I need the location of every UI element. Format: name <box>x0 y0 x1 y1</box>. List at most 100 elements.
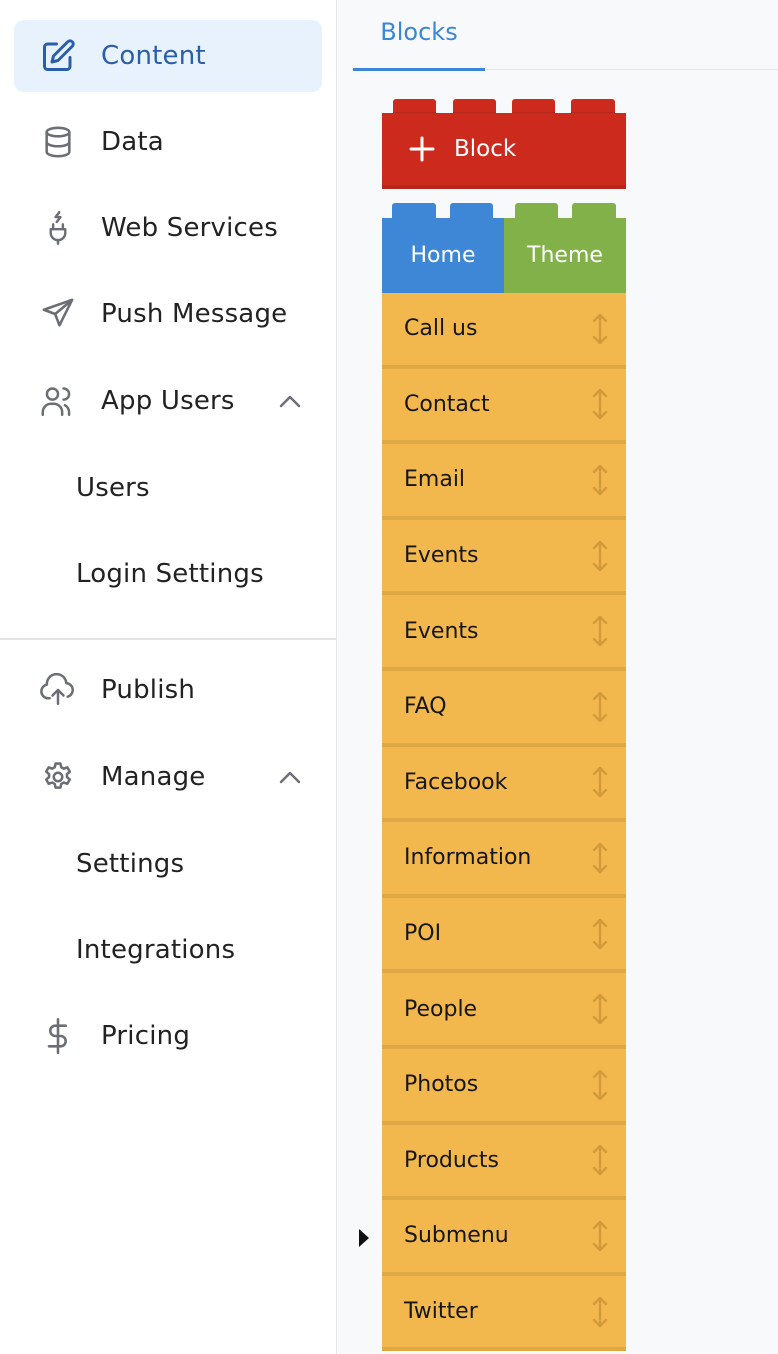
content-block-row[interactable]: Photos <box>382 1048 626 1125</box>
sidebar-item-label: Data <box>101 127 164 157</box>
content-block-row[interactable]: Information <box>382 822 626 898</box>
selected-row-marker-icon <box>359 1229 369 1247</box>
content-block-label: Twitter <box>404 1299 478 1325</box>
sidebar-item-label: Content <box>101 41 206 71</box>
sidebar-item-label: App Users <box>101 386 235 416</box>
home-block-label: Home <box>410 243 476 268</box>
content-block-label: Photos <box>404 1072 479 1098</box>
content-block-label: Contact <box>404 391 490 417</box>
brick-stud <box>393 99 436 114</box>
dollar-icon <box>38 1016 78 1056</box>
content-block-row[interactable]: Twitter <box>382 1275 626 1352</box>
chevron-up-icon[interactable] <box>276 763 304 791</box>
blocks-panel: Blocks Block Home Theme Call us Contact Em… <box>338 0 778 1354</box>
add-block-label: Block <box>454 136 517 162</box>
sidebar-subitem-label: Integrations <box>76 935 236 965</box>
sidebar-item-content[interactable]: Content <box>14 20 322 92</box>
tab-blocks[interactable]: Blocks <box>353 0 485 71</box>
content-block-row[interactable]: Events <box>382 519 626 596</box>
content-block-row[interactable]: Facebook <box>382 746 626 823</box>
sidebar-item-data[interactable]: Data <box>14 106 322 178</box>
sidebar-item-label: Publish <box>101 675 196 705</box>
brick-stud <box>512 99 555 114</box>
content-block-row[interactable]: Call us <box>382 293 626 369</box>
database-icon <box>38 122 78 162</box>
sidebar-divider <box>0 638 337 640</box>
content-block-label: Products <box>404 1147 499 1173</box>
tab-label: Blocks <box>380 18 458 46</box>
gear-icon <box>38 757 78 797</box>
drag-handle-icon[interactable] <box>590 917 610 951</box>
drag-handle-icon[interactable] <box>590 463 610 497</box>
send-icon <box>38 294 78 334</box>
content-block-label: Call us <box>404 316 478 342</box>
edit-icon <box>38 36 78 76</box>
drag-handle-icon[interactable] <box>590 765 610 799</box>
drag-handle-icon[interactable] <box>590 992 610 1026</box>
sidebar-subitem-integrations[interactable]: Integrations <box>14 920 322 980</box>
plug-icon <box>38 208 78 248</box>
content-block-label: Events <box>404 618 479 644</box>
content-block-row[interactable]: Events <box>382 595 626 671</box>
brick-stud <box>450 203 493 218</box>
sidebar-subitem-label: Users <box>76 473 150 503</box>
theme-block-label: Theme <box>527 243 603 268</box>
content-block-label: Facebook <box>404 769 508 795</box>
content-block-label: FAQ <box>404 694 447 720</box>
brick-stud <box>515 203 558 218</box>
sidebar-item-label: Push Message <box>101 299 288 329</box>
sidebar-subitem-users[interactable]: Users <box>14 458 322 518</box>
drag-handle-icon[interactable] <box>590 1219 610 1253</box>
content-block-row[interactable]: Contact <box>382 368 626 445</box>
sidebar-item-app-users[interactable]: App Users <box>14 365 322 437</box>
sidebar-item-manage[interactable]: Manage <box>14 741 322 813</box>
brick-stud <box>453 99 496 114</box>
sidebar-item-label: Web Services <box>101 213 278 243</box>
content-block-row[interactable]: Submenu <box>382 1200 626 1276</box>
sidebar-item-pricing[interactable]: Pricing <box>14 1000 322 1072</box>
sidebar-subitem-login-settings[interactable]: Login Settings <box>14 544 322 604</box>
home-block[interactable]: Home <box>382 218 504 293</box>
drag-handle-icon[interactable] <box>590 1143 610 1177</box>
sidebar-item-label: Manage <box>101 762 206 792</box>
content-block-label: POI <box>404 921 442 947</box>
drag-handle-icon[interactable] <box>590 1295 610 1329</box>
drag-handle-icon[interactable] <box>590 841 610 875</box>
drag-handle-icon[interactable] <box>590 690 610 724</box>
sidebar-subitem-settings[interactable]: Settings <box>14 834 322 894</box>
sidebar: Content Data Web Services Push Message A… <box>0 0 337 1354</box>
users-icon <box>38 381 78 421</box>
sidebar-item-label: Pricing <box>101 1021 191 1051</box>
sidebar-item-web-services[interactable]: Web Services <box>14 192 322 264</box>
content-block-row[interactable]: Email <box>382 444 626 520</box>
brick-stud <box>392 203 436 218</box>
content-block-row[interactable]: People <box>382 973 626 1049</box>
sidebar-subitem-label: Login Settings <box>76 559 264 589</box>
brick-stud <box>571 99 615 114</box>
drag-handle-icon[interactable] <box>590 539 610 573</box>
content-block-label: Events <box>404 543 479 569</box>
drag-handle-icon[interactable] <box>590 614 610 648</box>
content-block-label: Submenu <box>404 1223 509 1249</box>
content-block-row[interactable]: Products <box>382 1124 626 1201</box>
add-block-button[interactable]: Block <box>382 113 626 189</box>
active-tab-indicator <box>353 68 485 71</box>
chevron-up-icon[interactable] <box>276 387 304 415</box>
drag-handle-icon[interactable] <box>590 312 610 346</box>
drag-handle-icon[interactable] <box>590 387 610 421</box>
cloud-upload-icon <box>38 670 78 710</box>
sidebar-item-publish[interactable]: Publish <box>14 654 322 726</box>
content-block-label: People <box>404 996 478 1022</box>
plus-icon <box>408 135 436 163</box>
tab-bar: Blocks <box>353 0 778 71</box>
content-block-label: Email <box>404 467 466 493</box>
content-block-label: Information <box>404 845 532 871</box>
sidebar-item-push-message[interactable]: Push Message <box>14 278 322 350</box>
block-list: Call us Contact Email Events Events FAQ Facebo… <box>382 293 626 1352</box>
content-block-row[interactable]: FAQ <box>382 670 626 747</box>
brick-stud <box>572 203 616 218</box>
theme-block[interactable]: Theme <box>504 218 626 293</box>
sidebar-subitem-label: Settings <box>76 849 185 879</box>
drag-handle-icon[interactable] <box>590 1068 610 1102</box>
content-block-row[interactable]: POI <box>382 897 626 974</box>
